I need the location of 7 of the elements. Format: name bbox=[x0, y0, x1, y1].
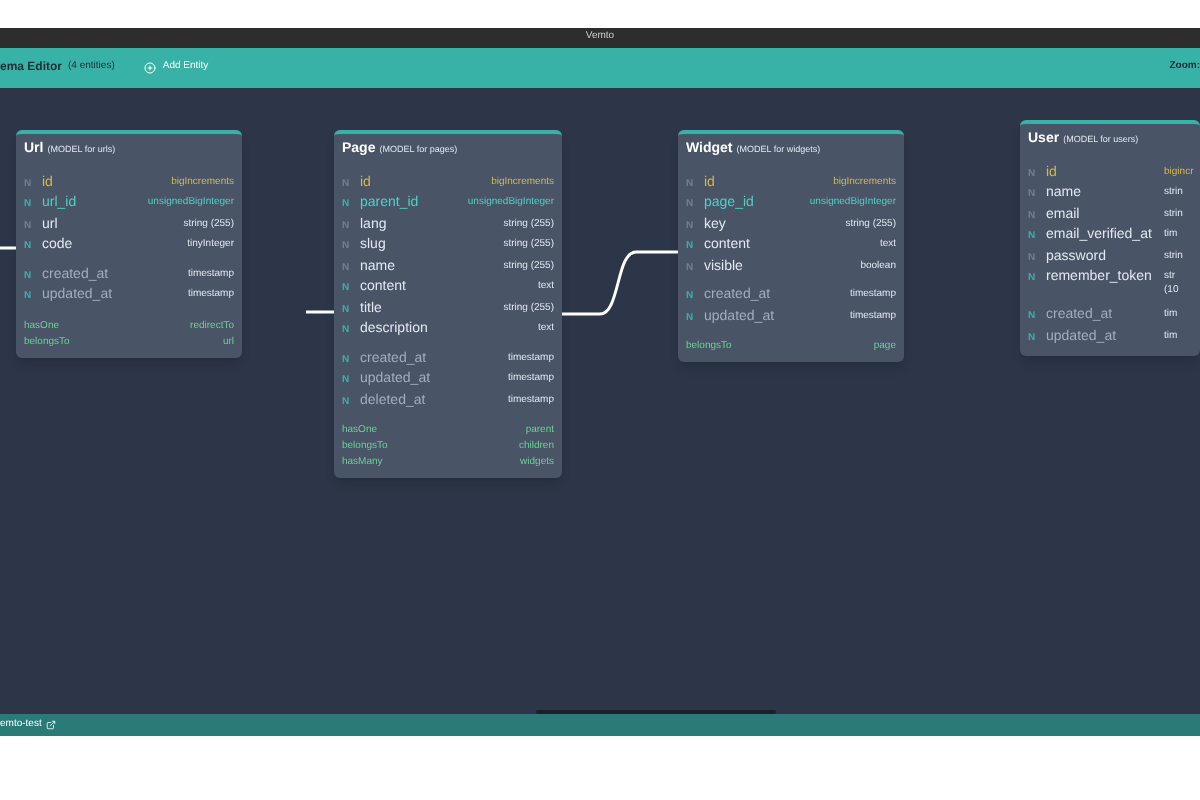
connector-line bbox=[306, 310, 334, 314]
connector-line bbox=[0, 246, 16, 250]
plus-circle-icon bbox=[144, 62, 157, 74]
entity-card[interactable] bbox=[334, 130, 562, 478]
external-link-icon[interactable] bbox=[45, 720, 56, 730]
connector-line bbox=[562, 250, 678, 316]
scrollbar[interactable] bbox=[536, 710, 776, 714]
